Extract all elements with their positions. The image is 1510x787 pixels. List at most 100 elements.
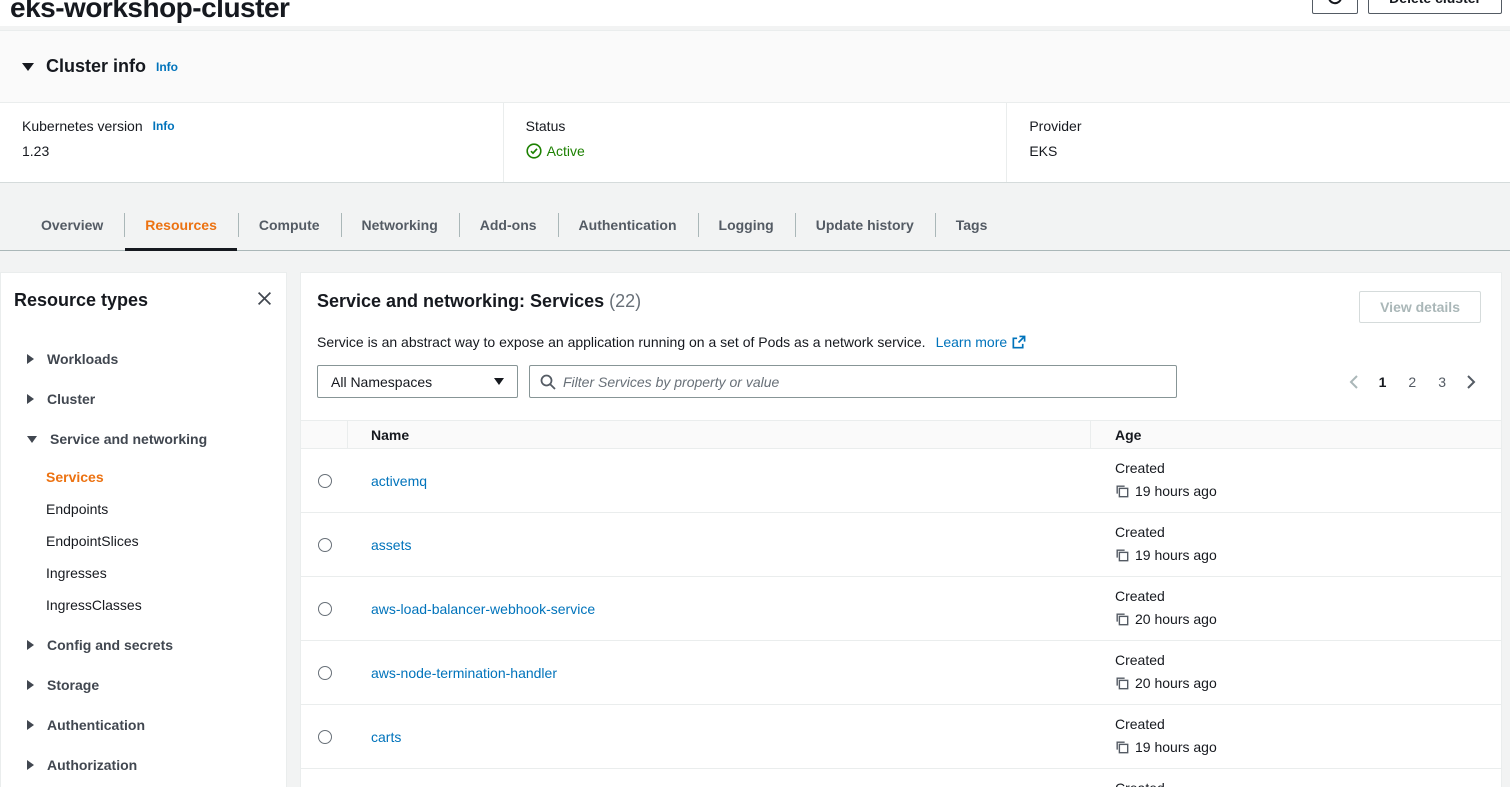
refresh-icon (1326, 0, 1344, 9)
select-caret-icon (494, 378, 504, 385)
sidebar-subitem-services[interactable]: Services (46, 461, 278, 493)
table-header-row: Name Age (301, 420, 1501, 449)
field-kubernetes-version: Kubernetes version Info 1.23 (0, 103, 503, 182)
provider-value: EKS (1029, 143, 1510, 159)
external-link-icon (1011, 335, 1026, 350)
service-link[interactable]: activemq (371, 473, 427, 489)
tab-compute[interactable]: Compute (238, 203, 341, 250)
age-value: 20 hours ago (1135, 611, 1217, 627)
tab-update-history[interactable]: Update history (795, 203, 935, 250)
status-check-icon (526, 143, 542, 159)
filter-search-box (529, 365, 1177, 398)
tab-networking[interactable]: Networking (341, 203, 459, 250)
tab-logging[interactable]: Logging (698, 203, 795, 250)
previous-page-button[interactable] (1344, 373, 1364, 391)
copy-icon[interactable] (1115, 548, 1129, 562)
cluster-info-info-link[interactable]: Info (156, 60, 178, 74)
row-radio-button[interactable] (318, 474, 332, 488)
pagination: 1 2 3 (1344, 370, 1481, 394)
cluster-info-header[interactable]: Cluster info Info (0, 31, 1510, 103)
services-table: Name Age activemq Created 19 hours ago (301, 420, 1501, 787)
chevron-right-icon (27, 394, 34, 404)
age-value: 19 hours ago (1135, 547, 1217, 563)
age-column-header: Age (1115, 427, 1141, 443)
kubernetes-version-label: Kubernetes version (22, 118, 143, 134)
namespace-select[interactable]: All Namespaces (317, 365, 518, 398)
sidebar-item-authentication[interactable]: Authentication (27, 705, 278, 745)
resource-types-sidebar: Resource types Workloads Cluster Service… (0, 272, 287, 787)
copy-icon[interactable] (1115, 676, 1129, 690)
chevron-right-icon (27, 354, 34, 364)
field-status: Status Active (503, 103, 1007, 182)
sidebar-item-workloads[interactable]: Workloads (27, 339, 278, 379)
service-link[interactable]: aws-node-termination-handler (371, 665, 557, 681)
copy-icon[interactable] (1115, 612, 1129, 626)
sidebar-item-storage[interactable]: Storage (27, 665, 278, 705)
age-value: 19 hours ago (1135, 739, 1217, 755)
chevron-right-icon (27, 720, 34, 730)
copy-icon[interactable] (1115, 484, 1129, 498)
sidebar-subitem-endpoints[interactable]: Endpoints (46, 493, 278, 525)
sidebar-item-config-and-secrets[interactable]: Config and secrets (27, 625, 278, 665)
refresh-button[interactable] (1312, 0, 1358, 14)
created-label: Created (1115, 460, 1501, 476)
table-row: aws-node-termination-handler Created 20 … (301, 641, 1501, 705)
chevron-right-icon (27, 760, 34, 770)
provider-label: Provider (1029, 118, 1081, 134)
collapse-caret-icon[interactable] (22, 63, 34, 71)
resource-type-list: Workloads Cluster Service and networking… (14, 339, 278, 785)
close-icon (257, 294, 272, 309)
chevron-right-icon (27, 640, 34, 650)
service-link[interactable]: carts (371, 729, 401, 745)
service-networking-sublist: Services Endpoints EndpointSlices Ingres… (46, 461, 278, 621)
cluster-info-panel: Cluster info Info Kubernetes version Inf… (0, 30, 1510, 183)
sidebar-item-authorization[interactable]: Authorization (27, 745, 278, 785)
filter-input[interactable] (563, 374, 1166, 390)
page-3-button[interactable]: 3 (1431, 370, 1453, 394)
chevron-down-icon (27, 436, 37, 443)
tab-tags[interactable]: Tags (935, 203, 1009, 250)
selection-column-header (301, 421, 348, 448)
cluster-info-title: Cluster info (46, 56, 146, 77)
field-provider: Provider EKS (1006, 103, 1510, 182)
page-2-button[interactable]: 2 (1401, 370, 1423, 394)
tab-authentication[interactable]: Authentication (558, 203, 698, 250)
row-radio-button[interactable] (318, 538, 332, 552)
status-value: Active (547, 143, 585, 159)
tab-overview[interactable]: Overview (20, 203, 124, 250)
row-radio-button[interactable] (318, 602, 332, 616)
content-area: Resource types Workloads Cluster Service… (0, 251, 1510, 787)
sidebar-title: Resource types (14, 290, 148, 311)
sidebar-item-cluster[interactable]: Cluster (27, 379, 278, 419)
table-row: aws-load-balancer-webhook-service Create… (301, 577, 1501, 641)
services-panel-title: Service and networking: Services (22) (317, 291, 641, 312)
kubernetes-version-value: 1.23 (22, 143, 503, 159)
page-title: eks-workshop-cluster (0, 0, 1510, 24)
service-link[interactable]: aws-load-balancer-webhook-service (371, 601, 595, 617)
sidebar-subitem-ingresses[interactable]: Ingresses (46, 557, 278, 589)
next-page-button[interactable] (1461, 373, 1481, 391)
tab-add-ons[interactable]: Add-ons (459, 203, 558, 250)
header-actions: Delete cluster (1312, 0, 1502, 14)
table-row: activemq Created 19 hours ago (301, 449, 1501, 513)
sidebar-subitem-endpointslices[interactable]: EndpointSlices (46, 525, 278, 557)
delete-cluster-button[interactable]: Delete cluster (1368, 0, 1502, 14)
sidebar-close-button[interactable] (251, 289, 278, 311)
age-value: 20 hours ago (1135, 675, 1217, 691)
services-panel: Service and networking: Services (22) Vi… (300, 272, 1502, 787)
sidebar-item-service-and-networking[interactable]: Service and networking (27, 419, 278, 459)
view-details-button[interactable]: View details (1359, 291, 1481, 323)
tab-resources[interactable]: Resources (124, 203, 238, 250)
table-row: carts Created 19 hours ago (301, 705, 1501, 769)
page-header: eks-workshop-cluster Delete cluster (0, 0, 1510, 26)
row-radio-button[interactable] (318, 730, 332, 744)
learn-more-link[interactable]: Learn more (936, 334, 1027, 350)
chevron-right-icon (27, 680, 34, 690)
copy-icon[interactable] (1115, 740, 1129, 754)
service-link[interactable]: assets (371, 537, 411, 553)
page-1-button[interactable]: 1 (1372, 370, 1394, 394)
sidebar-subitem-ingressclasses[interactable]: IngressClasses (46, 589, 278, 621)
kubernetes-version-info-link[interactable]: Info (153, 119, 175, 133)
row-radio-button[interactable] (318, 666, 332, 680)
cluster-tabs: Overview Resources Compute Networking Ad… (0, 203, 1510, 251)
